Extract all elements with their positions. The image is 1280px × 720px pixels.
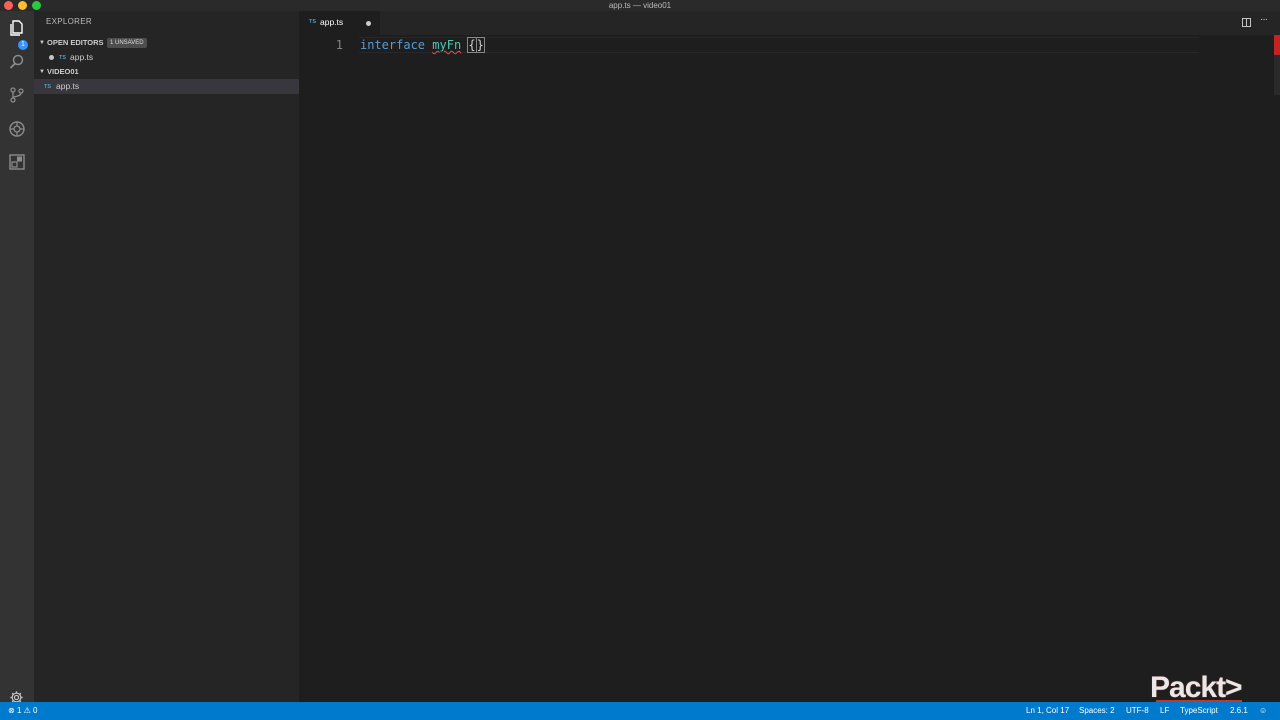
activity-bar: 1	[0, 11, 34, 704]
tab-label: app.ts	[320, 17, 344, 27]
folder-item-app-ts[interactable]: TS app.ts	[34, 79, 299, 94]
open-editor-item-label: app.ts	[70, 52, 94, 62]
language-mode[interactable]: TypeScript	[1180, 703, 1218, 719]
warning-count: 0	[33, 706, 38, 715]
search-icon[interactable]	[7, 52, 27, 72]
typescript-file-icon: TS	[309, 19, 317, 25]
unsaved-badge: 1 UNSAVED	[107, 38, 147, 48]
folder-label: VIDEO01	[47, 67, 79, 76]
chevron-down-icon: ▼	[39, 69, 45, 75]
typescript-file-icon: TS	[44, 84, 52, 90]
keyword-token: interface	[360, 38, 426, 52]
editor-tab-bar: TS app.ts ···	[299, 11, 1280, 35]
extensions-icon[interactable]	[7, 152, 27, 172]
overview-ruler[interactable]	[1274, 55, 1280, 95]
warning-icon: ⚠	[23, 706, 31, 715]
files-icon[interactable]	[7, 18, 27, 38]
brace-open-token: {	[467, 37, 477, 53]
source-control-icon[interactable]	[7, 85, 27, 105]
folder-item-label: app.ts	[56, 81, 80, 91]
more-actions-icon[interactable]: ···	[1260, 14, 1268, 25]
end-of-line[interactable]: LF	[1160, 703, 1169, 719]
explorer-badge: 1	[18, 40, 28, 50]
folder-section-header[interactable]: ▼ VIDEO01	[34, 65, 299, 79]
tab-app-ts[interactable]: TS app.ts	[299, 11, 380, 35]
error-icon: ⊗	[8, 706, 15, 715]
open-editors-label: OPEN EDITORS	[47, 38, 104, 47]
error-scroll-marker[interactable]	[1274, 35, 1280, 55]
split-editor-icon[interactable]	[1242, 18, 1251, 27]
window-title: app.ts — video01	[608, 1, 672, 10]
title-bar: app.ts — video01	[0, 0, 1280, 11]
explorer-sidebar: EXPLORER ▼ OPEN EDITORS 1 UNSAVED TS app…	[34, 11, 299, 702]
indentation[interactable]: Spaces: 2	[1079, 703, 1115, 719]
brace-close-token: }	[475, 37, 485, 53]
debug-icon[interactable]	[7, 119, 27, 139]
open-editors-section-header[interactable]: ▼ OPEN EDITORS 1 UNSAVED	[34, 36, 299, 50]
current-line-highlight	[359, 37, 1199, 53]
typescript-file-icon: TS	[59, 55, 67, 61]
typescript-version[interactable]: 2.6.1	[1230, 703, 1248, 719]
sidebar-title: EXPLORER	[46, 17, 92, 26]
error-count: 1	[16, 706, 22, 715]
cursor-position[interactable]: Ln 1, Col 17	[1026, 703, 1069, 719]
status-bar: ⊗ 1 ⚠ 0 Ln 1, Col 17 Spaces: 2 UTF-8 LF …	[0, 702, 1280, 720]
unsaved-dot-icon[interactable]	[366, 21, 371, 26]
code-line[interactable]: interface myFn {}	[360, 37, 485, 53]
code-editor[interactable]: 1 interface myFn {}	[299, 35, 1280, 702]
encoding[interactable]: UTF-8	[1126, 703, 1149, 719]
identifier-token: myFn	[432, 38, 462, 52]
problems-indicator[interactable]: ⊗ 1 ⚠ 0	[8, 703, 37, 719]
chevron-down-icon: ▼	[39, 40, 45, 46]
feedback-smiley-icon[interactable]: ☺	[1259, 703, 1267, 719]
dirty-dot-icon[interactable]	[49, 55, 54, 60]
open-editor-item-app-ts[interactable]: TS app.ts	[34, 50, 299, 65]
line-number: 1	[335, 38, 343, 52]
